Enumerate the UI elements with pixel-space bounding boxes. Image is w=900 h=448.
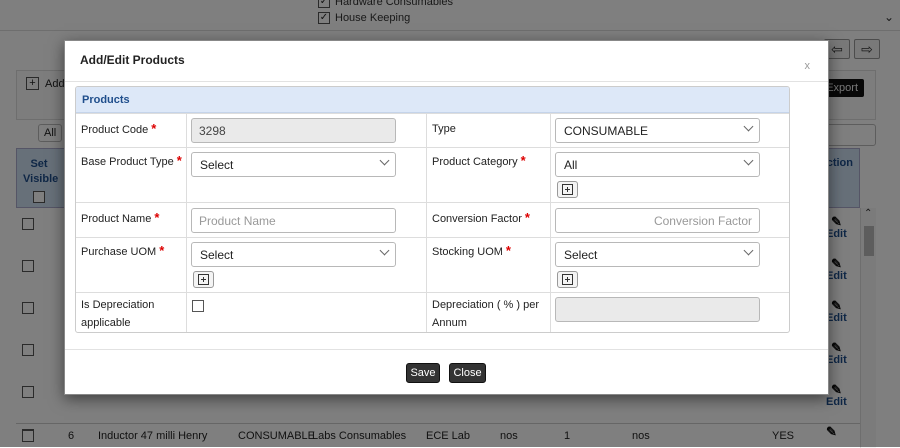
product-name-label: Product Name *: [81, 209, 159, 228]
required-marker: *: [159, 243, 165, 258]
depreciation-pct-label: Depreciation ( % ) per Annum: [432, 299, 539, 329]
product-code-field[interactable]: [191, 118, 396, 143]
purchase-uom-value: Select: [200, 248, 234, 262]
label-text: Product Category: [432, 156, 518, 168]
plus-icon: [562, 274, 573, 285]
product-name-field[interactable]: [191, 208, 396, 233]
input-cell: [187, 293, 427, 332]
input-cell: Select: [187, 148, 427, 202]
input-cell: [551, 293, 789, 332]
plus-icon: [562, 184, 573, 195]
base-product-type-label: Base Product Type *: [81, 152, 182, 171]
close-icon[interactable]: x: [805, 60, 811, 72]
stocking-uom-select[interactable]: Select: [555, 242, 760, 267]
label-cell: Stocking UOM *: [427, 238, 551, 292]
conversion-factor-field[interactable]: [555, 208, 760, 233]
label-cell: Is Depreciation applicable: [76, 293, 187, 332]
label-text: Product Code: [81, 124, 149, 136]
required-marker: *: [151, 121, 157, 136]
input-cell: [187, 114, 427, 147]
label-cell: Conversion Factor *: [427, 203, 551, 237]
dialog-title: Add/Edit Products: [80, 53, 185, 67]
close-button[interactable]: Close: [449, 363, 486, 383]
purchase-uom-select[interactable]: Select: [191, 242, 396, 267]
add-edit-products-dialog: Add/Edit Products x Products Product Cod…: [64, 40, 829, 395]
label-cell: Base Product Type *: [76, 148, 187, 202]
product-category-value: All: [564, 158, 578, 172]
form-row: Is Depreciation applicable Depreciation …: [76, 292, 789, 332]
chevron-down-icon: [379, 245, 390, 256]
required-marker: *: [505, 243, 511, 258]
product-code-label: Product Code *: [81, 120, 156, 139]
stocking-uom-value: Select: [564, 248, 598, 262]
add-category-button[interactable]: [557, 181, 578, 198]
add-purchase-uom-button[interactable]: [193, 271, 214, 288]
chevron-down-icon: [743, 245, 754, 256]
label-text: Conversion Factor: [432, 213, 522, 225]
chevron-down-icon: [743, 155, 754, 166]
input-cell: Select: [551, 238, 789, 292]
form-row: Purchase UOM * Select Stocking UOM * Selec…: [76, 237, 789, 292]
label-cell: Purchase UOM *: [76, 238, 187, 292]
chevron-down-icon: [379, 155, 390, 166]
type-select[interactable]: CONSUMABLE: [555, 118, 760, 143]
depreciation-pct-field[interactable]: [555, 297, 760, 322]
label-text: Base Product Type: [81, 156, 174, 168]
product-category-label: Product Category *: [432, 152, 526, 171]
form-row: Product Code* Type CONSUMABLE: [76, 113, 789, 147]
input-cell: [187, 203, 427, 237]
add-stocking-uom-button[interactable]: [557, 271, 578, 288]
label-text: Purchase UOM: [81, 246, 157, 258]
base-product-type-select[interactable]: Select: [191, 152, 396, 177]
chevron-down-icon: [743, 121, 754, 132]
section-title: Products: [76, 87, 789, 113]
label-text: Product Name: [81, 213, 152, 225]
conversion-factor-label: Conversion Factor *: [432, 209, 530, 228]
label-cell: Product Code *: [76, 114, 187, 147]
required-marker: *: [520, 153, 526, 168]
products-form: Products Product Code* Type CONSUMABLE B…: [75, 86, 790, 333]
required-marker: *: [176, 153, 182, 168]
plus-icon: [198, 274, 209, 285]
purchase-uom-label: Purchase UOM *: [81, 242, 164, 261]
label-cell: Depreciation ( % ) per Annum: [427, 293, 551, 332]
required-marker: *: [154, 210, 160, 225]
is-depreciation-label: Is Depreciation applicable: [81, 299, 155, 329]
is-depreciation-checkbox[interactable]: [192, 300, 204, 312]
base-product-type-value: Select: [200, 158, 234, 172]
stocking-uom-label: Stocking UOM *: [432, 242, 511, 261]
form-row: Base Product Type * Select Product Catego…: [76, 147, 789, 202]
label-cell: Type: [427, 114, 551, 147]
input-cell: Select: [187, 238, 427, 292]
product-category-select[interactable]: All: [555, 152, 760, 177]
label-text: Stocking UOM: [432, 246, 503, 258]
required-marker: *: [524, 210, 530, 225]
label-cell: Product Name *: [76, 203, 187, 237]
form-row: Product Name* Conversion Factor*: [76, 202, 789, 237]
input-cell: CONSUMABLE: [551, 114, 789, 147]
divider: [65, 349, 828, 350]
save-button[interactable]: Save: [406, 363, 440, 383]
type-select-value: CONSUMABLE: [564, 124, 649, 138]
input-cell: [551, 203, 789, 237]
divider: [65, 81, 828, 82]
type-label: Type: [432, 123, 456, 135]
label-cell: Product Category *: [427, 148, 551, 202]
input-cell: All: [551, 148, 789, 202]
